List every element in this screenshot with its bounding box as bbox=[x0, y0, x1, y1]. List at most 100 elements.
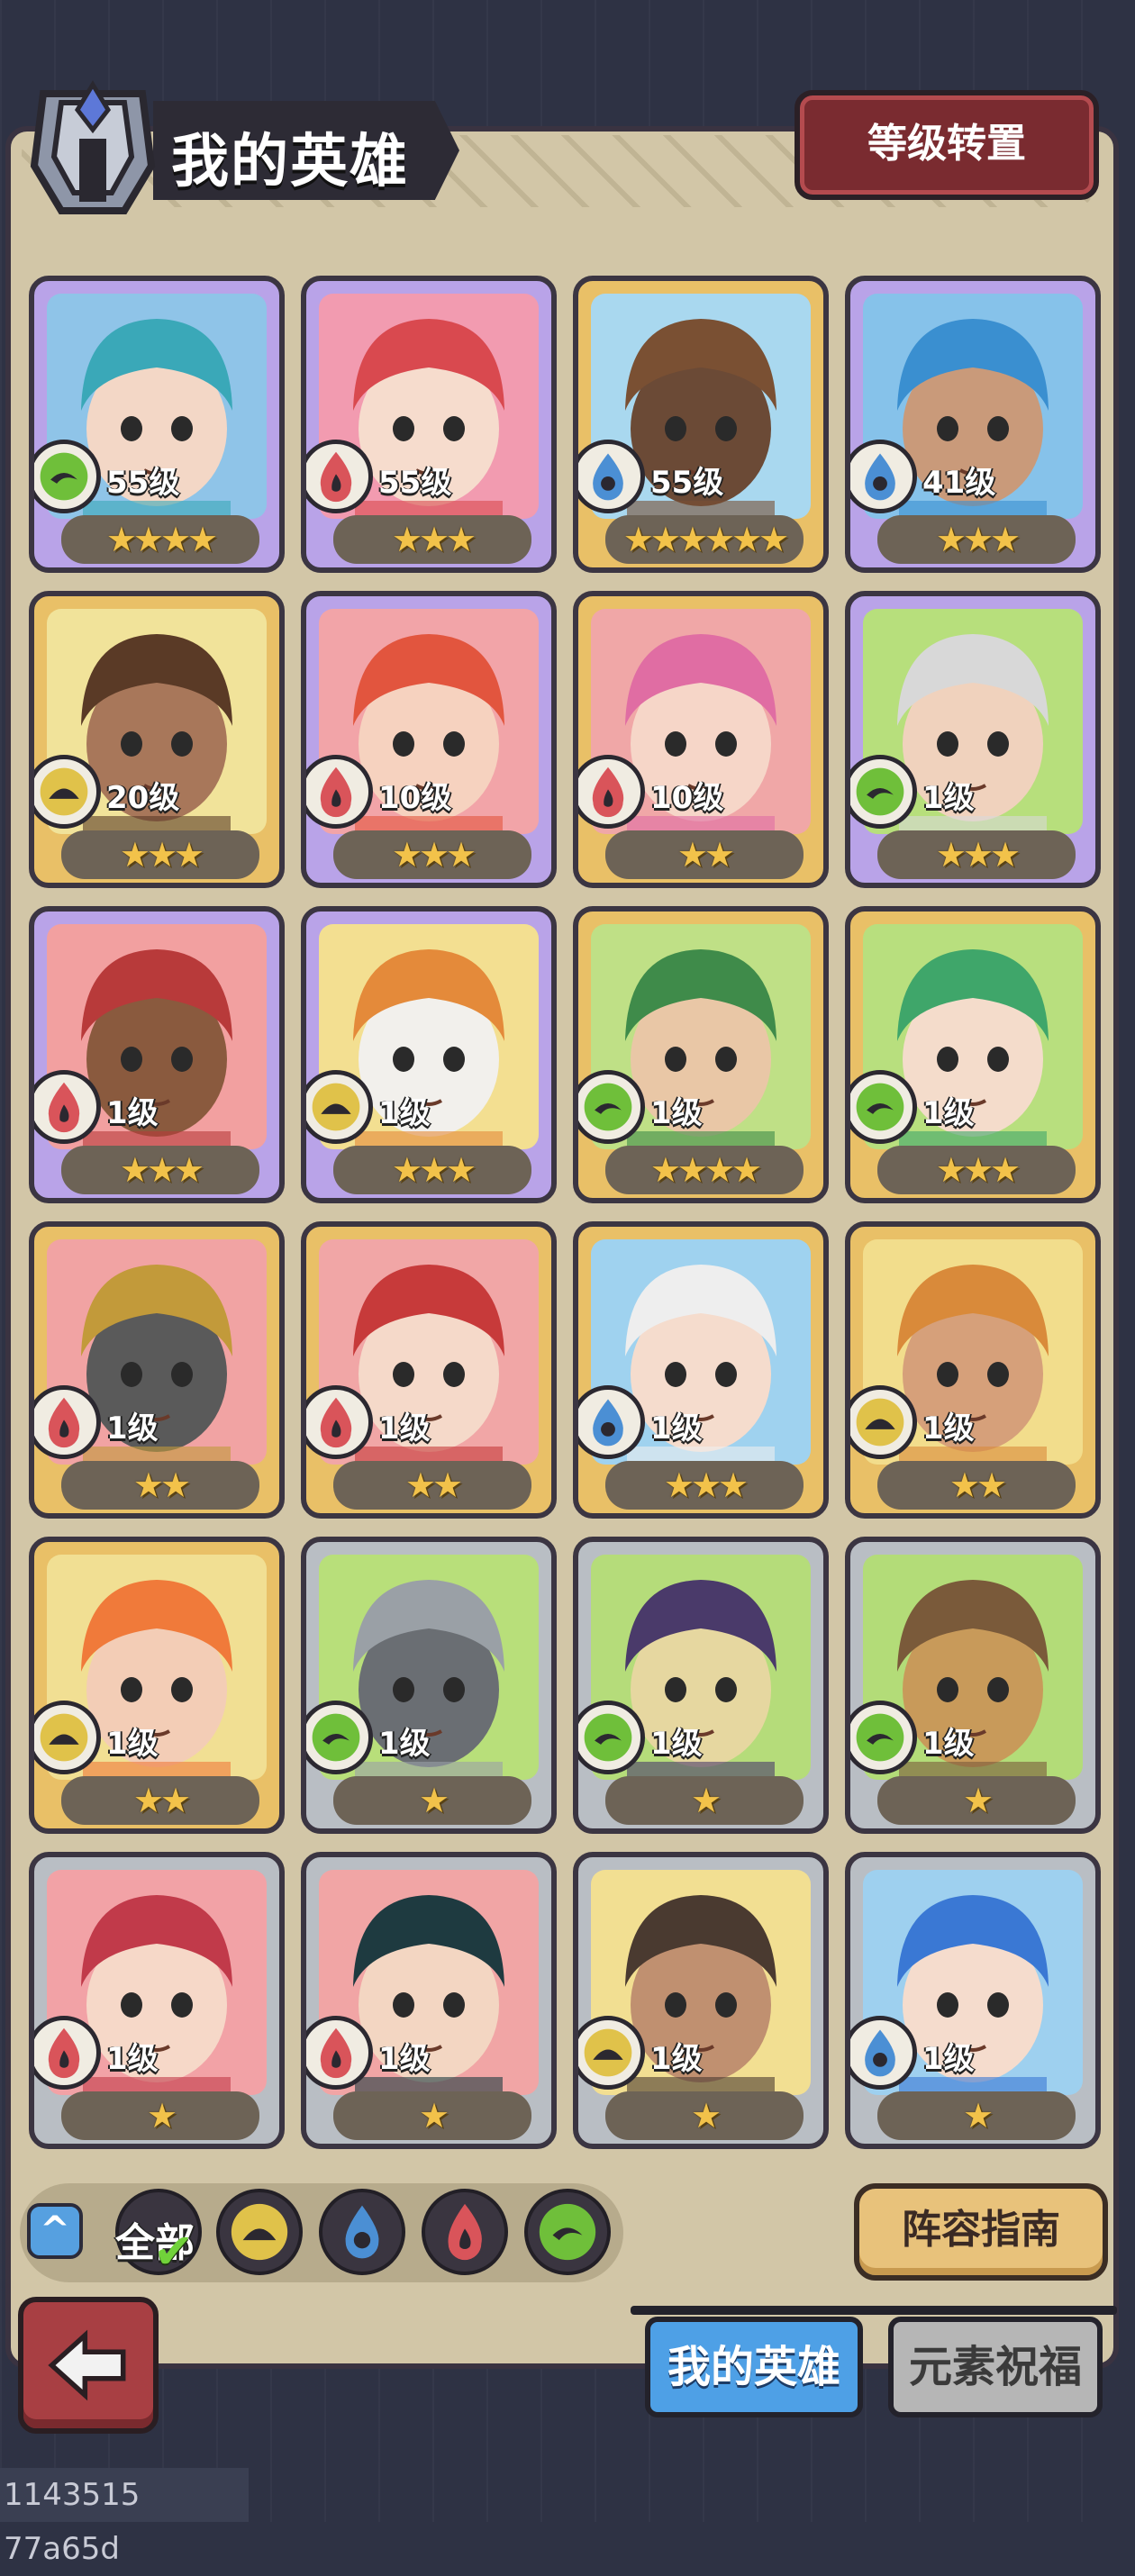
earth-icon bbox=[34, 1701, 101, 1774]
hero-card[interactable]: 1级 ★★★ bbox=[573, 1221, 829, 1519]
hero-card[interactable]: 1级 ★★ bbox=[301, 1221, 557, 1519]
hero-card[interactable]: 1级 ★ bbox=[845, 1852, 1101, 2149]
hero-card[interactable]: 1级 ★★ bbox=[29, 1537, 285, 1834]
hero-card[interactable]: 1级 ★ bbox=[301, 1852, 557, 2149]
hero-card[interactable]: 10级 ★★★ bbox=[301, 591, 557, 888]
star-icons: ★ bbox=[962, 2096, 994, 2136]
hero-level: 1级 bbox=[650, 1726, 703, 1762]
filter-earth-button[interactable] bbox=[216, 2189, 303, 2275]
earth-icon bbox=[850, 1385, 917, 1459]
hero-card[interactable]: 1级 ★ bbox=[29, 1852, 285, 2149]
hero-level: 1级 bbox=[650, 1095, 703, 1131]
filter-water-button[interactable] bbox=[319, 2189, 405, 2275]
tab-element-blessing-label: 元素祝福 bbox=[908, 2342, 1082, 2392]
hero-level: 1级 bbox=[378, 1726, 431, 1762]
earth-icon bbox=[578, 2016, 645, 2090]
star-icons: ★★★ bbox=[119, 835, 204, 875]
star-icons: ★★★ bbox=[391, 835, 477, 875]
hero-star-rating: ★★★ bbox=[605, 1461, 804, 1510]
star-icons: ★★★ bbox=[391, 1150, 477, 1190]
star-icons: ★ bbox=[690, 2096, 722, 2136]
hero-star-rating: ★★★ bbox=[877, 515, 1076, 564]
star-icons: ★ bbox=[690, 1781, 722, 1820]
star-icons: ★★★ bbox=[935, 520, 1021, 559]
star-icons: ★ bbox=[418, 1781, 449, 1820]
hero-card[interactable]: 1级 ★★★★ bbox=[573, 906, 829, 1203]
hero-card[interactable]: 1级 ★ bbox=[845, 1537, 1101, 1834]
lineup-guide-label: 阵容指南 bbox=[902, 2207, 1060, 2253]
hero-card[interactable]: 55级 ★★★★★★ bbox=[573, 276, 829, 573]
hero-level: 1级 bbox=[106, 2041, 159, 2077]
hero-star-rating: ★ bbox=[877, 2091, 1076, 2140]
hero-level: 10级 bbox=[650, 780, 724, 816]
earth-icon bbox=[34, 755, 101, 829]
hero-card[interactable]: 20级 ★★★ bbox=[29, 591, 285, 888]
hero-card[interactable]: 1级 ★ bbox=[573, 1852, 829, 2149]
hero-level: 55级 bbox=[378, 465, 452, 501]
water-icon bbox=[850, 440, 917, 513]
hero-card[interactable]: 1级 ★★ bbox=[845, 1221, 1101, 1519]
fire-icon bbox=[306, 755, 373, 829]
hero-card[interactable]: 41级 ★★★ bbox=[845, 276, 1101, 573]
water-icon bbox=[578, 1385, 645, 1459]
star-icons: ★★ bbox=[132, 1465, 191, 1505]
hero-star-rating: ★ bbox=[333, 2091, 531, 2140]
hero-card[interactable]: 1级 ★★★ bbox=[845, 591, 1101, 888]
hero-star-rating: ★★★ bbox=[61, 830, 259, 879]
fire-icon bbox=[448, 2203, 482, 2261]
fire-icon bbox=[306, 440, 373, 513]
hero-card[interactable]: 1级 ★★ bbox=[29, 1221, 285, 1519]
wind-icon bbox=[578, 1701, 645, 1774]
hero-card[interactable]: 1级 ★ bbox=[301, 1537, 557, 1834]
water-icon bbox=[578, 440, 645, 513]
helmet-icon bbox=[25, 67, 160, 220]
hero-level: 1级 bbox=[378, 1410, 431, 1447]
tab-my-heroes-label: 我的英雄 bbox=[667, 2342, 840, 2392]
hero-level: 1级 bbox=[106, 1726, 159, 1762]
hero-star-rating: ★ bbox=[333, 1776, 531, 1825]
hero-star-rating: ★★★ bbox=[333, 515, 531, 564]
level-transfer-button[interactable]: 等级转置 bbox=[794, 90, 1099, 200]
hero-card[interactable]: 55级 ★★★★ bbox=[29, 276, 285, 573]
hero-level: 1级 bbox=[922, 1410, 975, 1447]
wind-icon bbox=[850, 1070, 917, 1144]
star-icons: ★★ bbox=[404, 1465, 463, 1505]
hero-star-rating: ★★★ bbox=[333, 1146, 531, 1194]
tab-my-heroes[interactable]: 我的英雄 bbox=[645, 2317, 863, 2417]
lineup-guide-button[interactable]: 阵容指南 bbox=[854, 2183, 1108, 2281]
fire-icon bbox=[578, 755, 645, 829]
hero-level: 55级 bbox=[106, 465, 180, 501]
hero-star-rating: ★★ bbox=[333, 1461, 531, 1510]
fire-icon bbox=[34, 1070, 101, 1144]
hero-card[interactable]: 1级 ★★★ bbox=[301, 906, 557, 1203]
hero-card[interactable]: 1级 ★★★ bbox=[29, 906, 285, 1203]
fire-icon bbox=[34, 1385, 101, 1459]
fire-icon bbox=[306, 1385, 373, 1459]
star-icons: ★★★ bbox=[391, 520, 477, 559]
tab-element-blessing[interactable]: 元素祝福 bbox=[888, 2317, 1103, 2417]
star-icons: ★ bbox=[146, 2096, 177, 2136]
star-icons: ★★ bbox=[949, 1465, 1007, 1505]
back-button[interactable] bbox=[18, 2297, 159, 2434]
star-icons: ★★★ bbox=[119, 1150, 204, 1190]
filter-fire-button[interactable] bbox=[422, 2189, 508, 2275]
hero-card[interactable]: 1级 ★ bbox=[573, 1537, 829, 1834]
water-icon bbox=[850, 2016, 917, 2090]
filter-wind-button[interactable] bbox=[524, 2189, 611, 2275]
hero-level: 1级 bbox=[106, 1410, 159, 1447]
hero-card[interactable]: 10级 ★★ bbox=[573, 591, 829, 888]
earth-icon bbox=[306, 1070, 373, 1144]
hero-card[interactable]: 1级 ★★★ bbox=[845, 906, 1101, 1203]
hero-star-rating: ★ bbox=[61, 2091, 259, 2140]
hero-star-rating: ★ bbox=[605, 2091, 804, 2140]
star-icons: ★★ bbox=[676, 835, 735, 875]
hero-level: 10级 bbox=[378, 780, 452, 816]
collapse-filter-button[interactable]: ^ bbox=[27, 2203, 83, 2259]
wind-icon bbox=[539, 2203, 596, 2261]
page-title: 我的英雄 bbox=[171, 129, 409, 195]
wind-icon bbox=[850, 1701, 917, 1774]
hero-star-rating: ★★ bbox=[61, 1461, 259, 1510]
hero-level: 1级 bbox=[378, 2041, 431, 2077]
hero-star-rating: ★★ bbox=[877, 1461, 1076, 1510]
hero-card[interactable]: 55级 ★★★ bbox=[301, 276, 557, 573]
